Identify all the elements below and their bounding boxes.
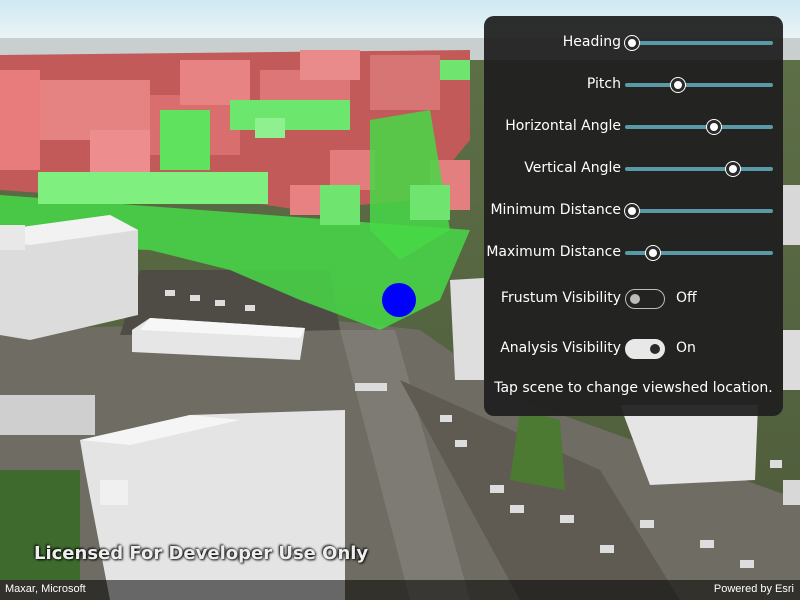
vertical-angle-slider[interactable]: Vertical Angle (484, 157, 783, 181)
frustum-visibility-toggle[interactable] (625, 289, 665, 309)
maximum-distance-label: Maximum Distance (486, 244, 621, 260)
crosswalk (355, 383, 387, 391)
heading-track[interactable] (625, 41, 773, 45)
horizontal-angle-slider[interactable]: Horizontal Angle (484, 115, 783, 139)
pitch-slider[interactable]: Pitch (484, 73, 783, 97)
minimum-distance-slider[interactable]: Minimum Distance (484, 199, 783, 223)
frustum-visibility-label: Frustum Visibility (500, 290, 621, 306)
analysis-visibility-row: Analysis Visibility On (484, 337, 783, 361)
vertical-angle-thumb[interactable] (726, 162, 741, 176)
minimum-distance-label: Minimum Distance (490, 202, 621, 218)
vertical-angle-label: Vertical Angle (524, 160, 621, 176)
analysis-visibility-state: On (676, 340, 696, 356)
attribution-bar: Maxar, Microsoft Powered by Esri (0, 580, 800, 600)
frustum-visibility-row: Frustum Visibility Off (484, 287, 783, 311)
minimum-distance-track[interactable] (625, 209, 773, 213)
heading-label: Heading (562, 34, 621, 50)
pitch-thumb[interactable] (671, 78, 686, 92)
attribution-text[interactable]: Maxar, Microsoft (5, 583, 86, 595)
analysis-visibility-label: Analysis Visibility (500, 340, 621, 356)
vertical-angle-track[interactable] (625, 167, 773, 171)
instruction-text: Tap scene to change viewshed location. (494, 380, 773, 396)
viewshed-settings-panel: Heading Pitch Horizontal Angle Vertical … (484, 16, 783, 416)
frustum-visibility-state: Off (676, 290, 697, 306)
toggle-knob (650, 344, 660, 354)
toggle-knob (630, 294, 640, 304)
heading-slider[interactable]: Heading (484, 31, 783, 55)
minimum-distance-thumb[interactable] (625, 204, 640, 218)
horizontal-angle-thumb[interactable] (706, 120, 721, 134)
heading-thumb[interactable] (625, 36, 640, 50)
analysis-visibility-toggle[interactable] (625, 339, 665, 359)
horizontal-angle-label: Horizontal Angle (505, 118, 621, 134)
observer-marker[interactable] (382, 283, 416, 317)
license-watermark: Licensed For Developer Use Only (34, 543, 369, 564)
horizontal-angle-track[interactable] (625, 125, 773, 129)
pitch-track[interactable] (625, 83, 773, 87)
maximum-distance-slider[interactable]: Maximum Distance (484, 241, 783, 265)
powered-by-esri[interactable]: Powered by Esri (714, 583, 794, 595)
maximum-distance-thumb[interactable] (646, 246, 661, 260)
pitch-label: Pitch (586, 76, 621, 92)
